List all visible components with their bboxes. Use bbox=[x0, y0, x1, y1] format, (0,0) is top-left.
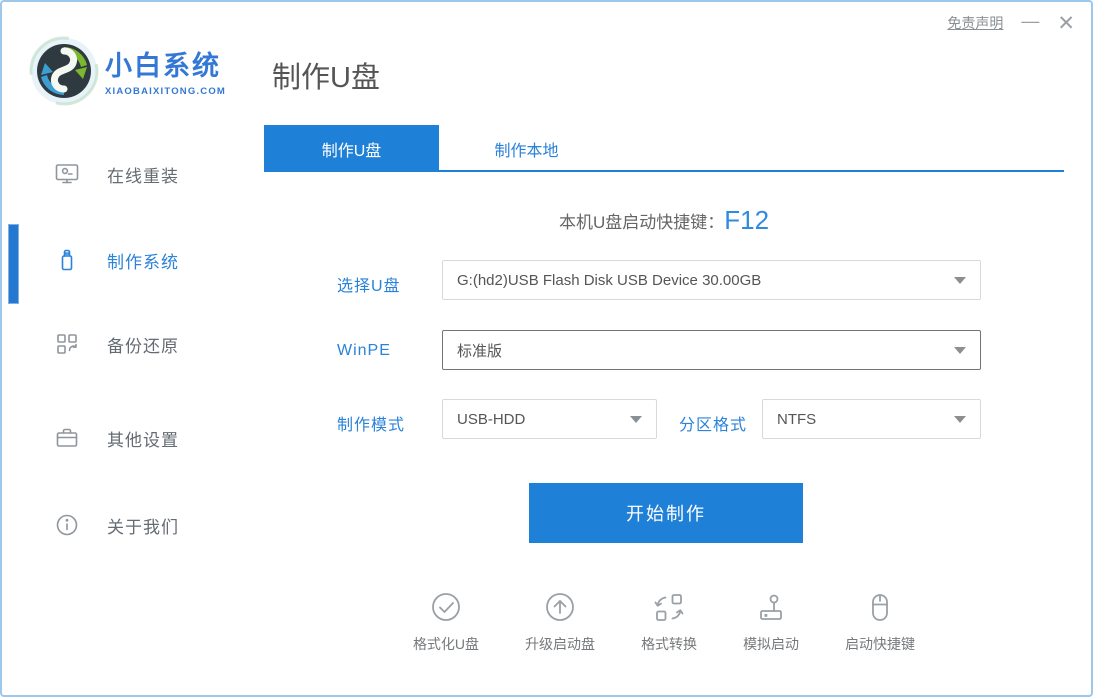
tab-bar: 制作U盘 制作本地 bbox=[264, 125, 1064, 172]
sidebar-item-about-us[interactable]: 关于我们 bbox=[54, 512, 179, 538]
tool-format-convert[interactable]: 格式转换 bbox=[641, 590, 697, 654]
joystick-icon bbox=[753, 590, 789, 626]
brand-block: 小白系统 XIAOBAIXITONG.COM bbox=[105, 44, 226, 97]
usb-select-value: G:(hd2)USB Flash Disk USB Device 30.00GB bbox=[457, 271, 762, 289]
usb-icon bbox=[54, 247, 80, 273]
sidebar-item-label: 关于我们 bbox=[107, 517, 179, 537]
sidebar-item-backup-restore[interactable]: 备份还原 bbox=[54, 331, 179, 357]
tool-boot-hotkey[interactable]: 启动快捷键 bbox=[845, 590, 915, 654]
chevron-down-icon bbox=[954, 346, 966, 354]
page-title: 制作U盘 bbox=[272, 62, 380, 94]
brand-name: 小白系统 bbox=[105, 51, 221, 81]
tab-make-local[interactable]: 制作本地 bbox=[439, 125, 614, 172]
sidebar-item-label: 制作系统 bbox=[107, 252, 179, 272]
sidebar-item-other-settings[interactable]: 其他设置 bbox=[54, 425, 179, 451]
brand-domain: XIAOBAIXITONG.COM bbox=[105, 86, 227, 97]
start-make-button[interactable]: 开始制作 bbox=[529, 483, 803, 543]
sidebar-item-make-system[interactable]: 制作系统 bbox=[54, 247, 179, 273]
check-circle-icon bbox=[428, 590, 464, 626]
sidebar-item-online-reinstall[interactable]: 在线重装 bbox=[54, 161, 179, 187]
app-logo-icon bbox=[28, 35, 100, 107]
close-button[interactable]: ✕ bbox=[1057, 13, 1075, 34]
partition-select[interactable]: NTFS bbox=[762, 399, 981, 439]
winpe-select[interactable]: 标准版 bbox=[442, 330, 981, 370]
tool-format-usb[interactable]: 格式化U盘 bbox=[413, 590, 479, 654]
chevron-down-icon bbox=[630, 415, 642, 423]
chevron-down-icon bbox=[954, 276, 966, 284]
disclaimer-link[interactable]: 免责声明 bbox=[947, 13, 1003, 33]
tab-make-usb[interactable]: 制作U盘 bbox=[264, 125, 439, 172]
mode-select-label: 制作模式 bbox=[337, 417, 406, 434]
info-circle-icon bbox=[54, 512, 80, 538]
boot-hotkey-line: 本机U盘启动快捷键：F12 bbox=[264, 205, 1064, 236]
tool-label: 模拟启动 bbox=[743, 636, 800, 652]
tool-label: 格式化U盘 bbox=[412, 636, 480, 652]
chevron-down-icon bbox=[954, 415, 966, 423]
partition-select-value: NTFS bbox=[777, 410, 817, 428]
arrow-up-circle-icon bbox=[542, 590, 578, 626]
partition-select-label: 分区格式 bbox=[679, 417, 748, 434]
tools-row: 格式化U盘 升级启动盘 格式转换 模拟启动 启动快捷键 bbox=[264, 590, 1064, 654]
app-window: 免责声明 — ✕ 小白系统 XIAOBAIXITONG.COM 制作U盘 在线重… bbox=[0, 0, 1093, 697]
sidebar-active-indicator bbox=[8, 224, 19, 304]
mouse-icon bbox=[862, 590, 898, 626]
winpe-select-label: WinPE bbox=[337, 342, 391, 359]
tool-label: 启动快捷键 bbox=[845, 636, 916, 652]
boot-hotkey-value: F12 bbox=[724, 205, 770, 235]
sidebar-item-label: 其他设置 bbox=[107, 430, 179, 450]
sidebar-item-label: 备份还原 bbox=[107, 336, 179, 356]
tool-label: 格式转换 bbox=[641, 636, 698, 652]
mode-select-value: USB-HDD bbox=[457, 410, 526, 428]
monitor-icon bbox=[54, 161, 80, 187]
backup-grid-icon bbox=[54, 331, 80, 357]
briefcase-icon bbox=[54, 425, 80, 451]
tool-simulate-boot[interactable]: 模拟启动 bbox=[743, 590, 799, 654]
titlebar: 免责声明 — ✕ bbox=[947, 12, 1075, 34]
tool-label: 升级启动盘 bbox=[525, 636, 596, 652]
boot-hotkey-label: 本机U盘启动快捷键： bbox=[558, 213, 725, 232]
usb-select-label: 选择U盘 bbox=[337, 278, 401, 295]
sidebar-item-label: 在线重装 bbox=[107, 166, 179, 186]
usb-select[interactable]: G:(hd2)USB Flash Disk USB Device 30.00GB bbox=[442, 260, 981, 300]
minimize-button[interactable]: — bbox=[1021, 12, 1039, 34]
winpe-select-value: 标准版 bbox=[457, 342, 503, 360]
tool-upgrade-boot-disk[interactable]: 升级启动盘 bbox=[525, 590, 595, 654]
mode-select[interactable]: USB-HDD bbox=[442, 399, 657, 439]
convert-icon bbox=[651, 590, 687, 626]
